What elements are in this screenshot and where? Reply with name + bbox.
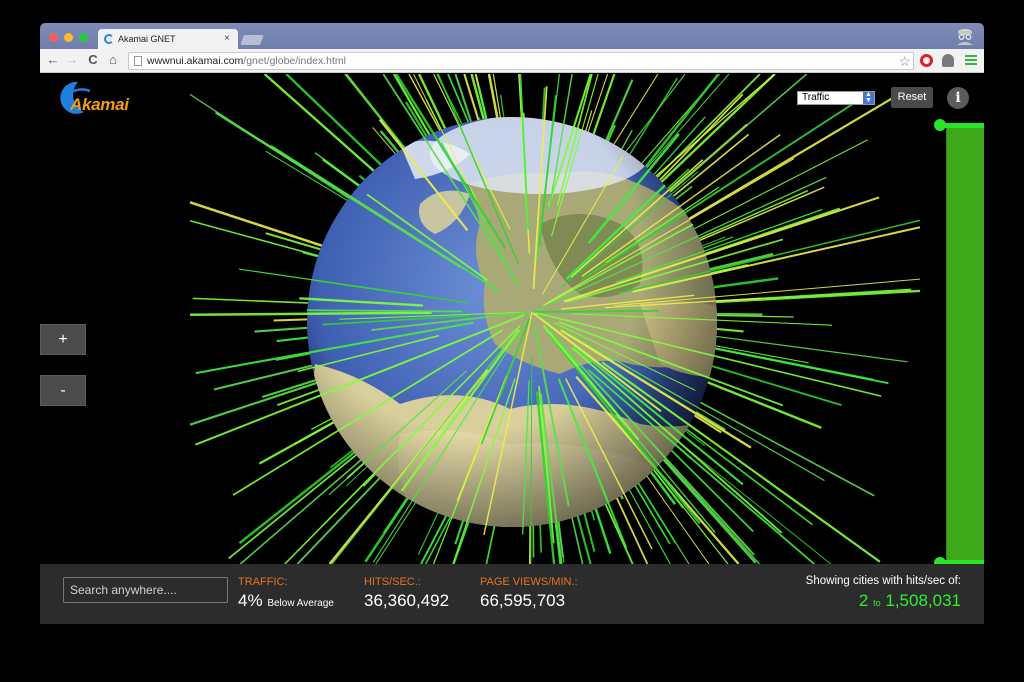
hits-label: HITS/SEC.: <box>364 576 421 588</box>
range-min: 2 <box>858 591 869 610</box>
view-mode-select[interactable]: Traffic ▲ ▼ <box>797 91 875 105</box>
maximize-window-icon[interactable] <box>79 33 88 42</box>
select-arrow-icon: ▲ ▼ <box>863 91 874 104</box>
traffic-note: Below Average <box>267 598 334 609</box>
traffic-globe[interactable] <box>40 74 984 564</box>
tab-title: Akamai GNET <box>118 34 176 44</box>
info-icon[interactable]: i <box>947 87 969 109</box>
traffic-value: 4% <box>238 591 263 610</box>
incognito-profile-icon[interactable] <box>954 27 976 45</box>
globe-viewport[interactable]: Akamai Traffic ▲ ▼ Reset i + - <box>40 74 984 564</box>
browser-window: Akamai GNET × ← → C ⌂ wwwnui.akamai.com/… <box>40 23 984 624</box>
home-button[interactable]: ⌂ <box>105 52 121 68</box>
tab-close-icon[interactable]: × <box>224 33 230 44</box>
url-path: /gnet/globe/index.html <box>243 55 347 67</box>
new-tab-button[interactable] <box>240 35 264 45</box>
range-max: 1,508,031 <box>885 591 961 610</box>
zoom-out-button[interactable]: - <box>40 375 86 406</box>
akamai-favicon-icon <box>104 34 114 44</box>
pageviews-value: 66,595,703 <box>480 591 566 610</box>
browser-menu-icon[interactable] <box>965 55 977 66</box>
search-input[interactable]: Search anywhere.... <box>63 577 228 603</box>
traffic-stat: 4% Below Average <box>238 591 334 611</box>
reload-button[interactable]: C <box>85 52 101 68</box>
traffic-label: TRAFFIC: <box>238 576 288 588</box>
pageviews-label: PAGE VIEWS/MIN.: <box>480 576 578 588</box>
close-window-icon[interactable] <box>49 33 58 42</box>
address-bar[interactable]: wwwnui.akamai.com/gnet/globe/index.html … <box>128 52 914 70</box>
tab-akamai-gnet[interactable]: Akamai GNET × <box>98 29 238 49</box>
ghostery-extension-icon[interactable] <box>942 54 954 67</box>
view-mode-value: Traffic <box>802 92 830 103</box>
akamai-logo[interactable]: Akamai <box>54 79 144 119</box>
reset-button[interactable]: Reset <box>891 87 933 108</box>
range-to: to <box>873 598 881 608</box>
hits-value: 36,360,492 <box>364 591 450 610</box>
zoom-in-button[interactable]: + <box>40 324 86 355</box>
stats-bar: Search anywhere.... TRAFFIC: 4% Below Av… <box>40 564 984 624</box>
url-host: wwwnui.akamai.com <box>147 55 244 67</box>
tab-bar: Akamai GNET × <box>40 23 984 49</box>
opera-extension-icon[interactable] <box>920 54 933 67</box>
page-icon <box>134 56 142 66</box>
browser-toolbar: ← → C ⌂ wwwnui.akamai.com/gnet/globe/ind… <box>40 49 984 73</box>
back-button[interactable]: ← <box>45 52 61 68</box>
slider-min-handle[interactable] <box>934 557 946 564</box>
traffic-ray <box>306 309 462 313</box>
slider-max-handle[interactable] <box>934 119 946 131</box>
forward-button[interactable]: → <box>64 52 80 68</box>
showing-cities-label: Showing cities with hits/sec of: <box>805 575 961 587</box>
logo-text: Akamai <box>70 95 129 114</box>
hits-range: 2 to 1,508,031 <box>859 591 961 611</box>
minimize-window-icon[interactable] <box>64 33 73 42</box>
traffic-ray <box>533 309 660 313</box>
bookmark-star-icon[interactable]: ☆ <box>898 53 911 69</box>
hits-range-slider[interactable] <box>946 124 984 564</box>
